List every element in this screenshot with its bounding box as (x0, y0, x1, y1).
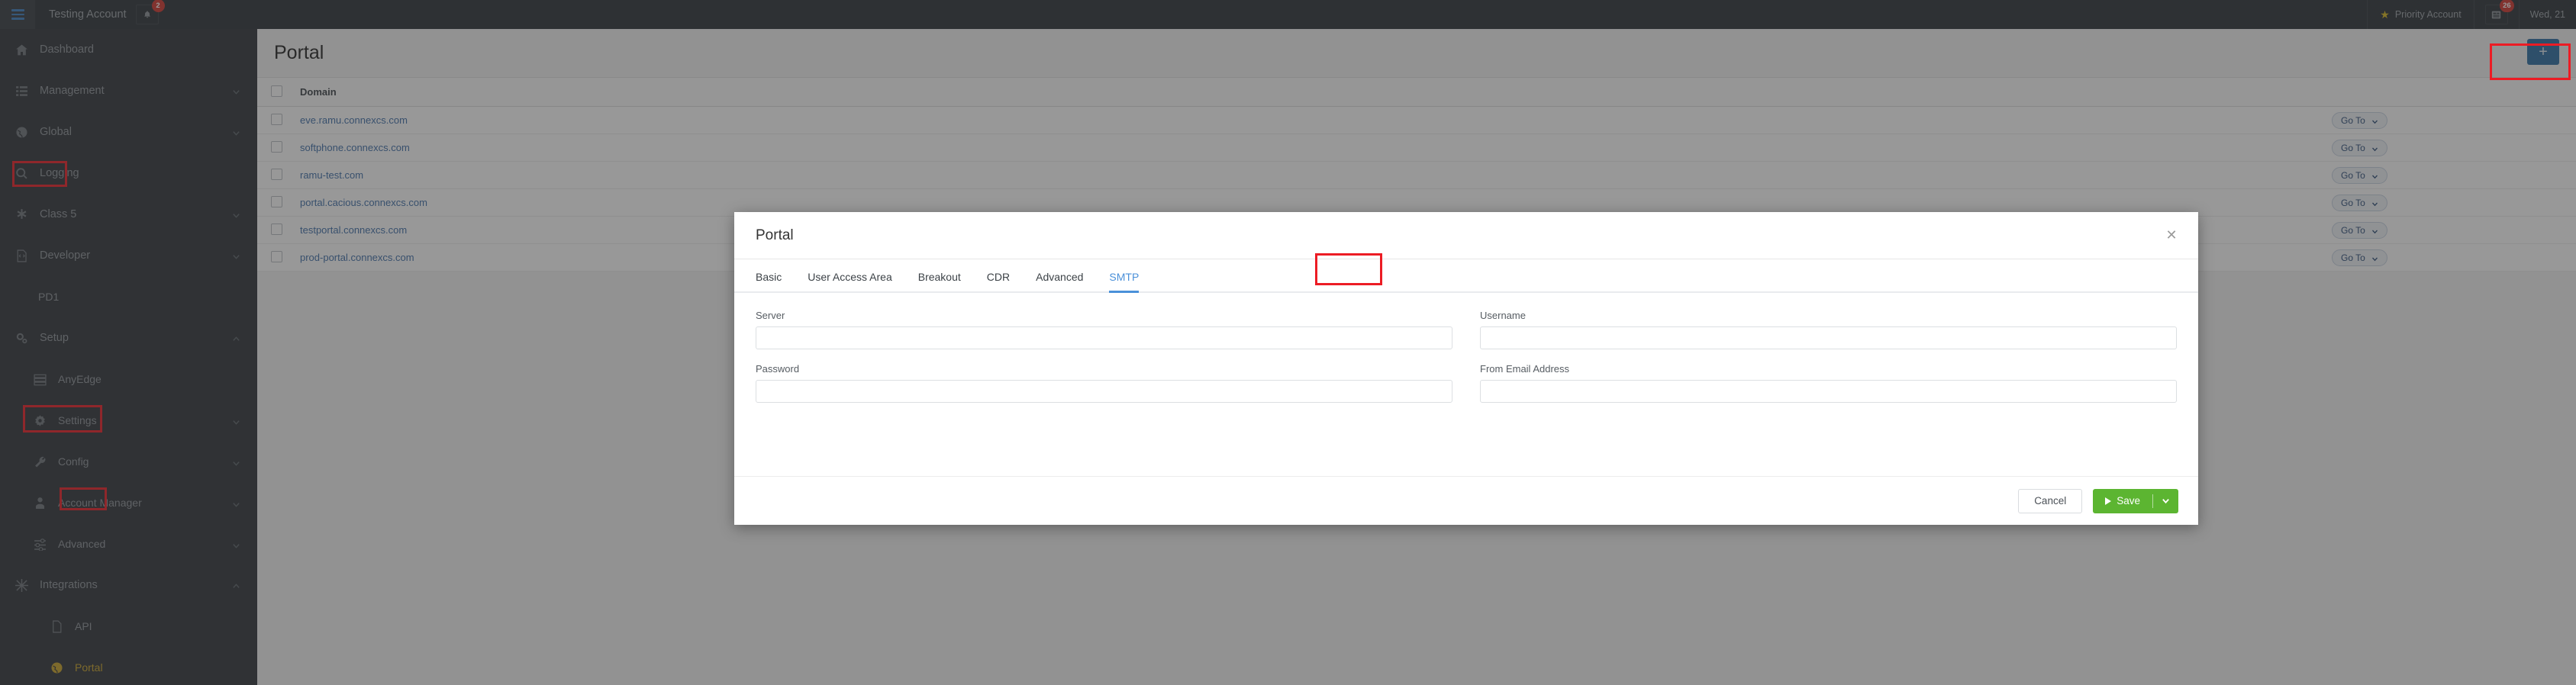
save-label: Save (2117, 495, 2140, 507)
password-input[interactable] (756, 380, 1452, 403)
from-email-address-input[interactable] (1480, 380, 2177, 403)
modal-tab-breakout[interactable]: Breakout (905, 271, 974, 291)
field-label-from-email-address: From Email Address (1480, 363, 2177, 375)
field-label-password: Password (756, 363, 1452, 375)
modal-tab-advanced[interactable]: Advanced (1023, 271, 1096, 291)
app-root: Testing Account 2 ★ Priority Account 26 … (0, 0, 2576, 685)
modal-title: Portal (756, 227, 794, 244)
modal-tab-basic[interactable]: Basic (756, 271, 795, 291)
username-input[interactable] (1480, 326, 2177, 349)
smtp-form: Server Username Password From Email Address (756, 310, 2177, 403)
field-label-server: Server (756, 310, 1452, 321)
modal-body: Server Username Password From Email Address (734, 293, 2198, 476)
modal-header: Portal ✕ (734, 212, 2198, 259)
close-icon[interactable]: ✕ (2163, 227, 2180, 243)
save-dropdown-button[interactable] (2152, 489, 2178, 513)
save-button-group: Save (2093, 489, 2178, 513)
server-input[interactable] (756, 326, 1452, 349)
cancel-button[interactable]: Cancel (2018, 489, 2082, 513)
form-field: Username (1480, 310, 2177, 349)
field-label-username: Username (1480, 310, 2177, 321)
portal-modal: Portal ✕ BasicUser Access AreaBreakoutCD… (734, 212, 2198, 525)
form-field: Password (756, 363, 1452, 403)
modal-tab-smtp[interactable]: SMTP (1096, 271, 1152, 291)
form-field: Server (756, 310, 1452, 349)
modal-tabs: BasicUser Access AreaBreakoutCDRAdvanced… (734, 259, 2198, 293)
play-icon (2105, 497, 2111, 505)
modal-footer: Cancel Save (734, 476, 2198, 525)
chevron-down-icon (2162, 497, 2170, 505)
save-button[interactable]: Save (2093, 489, 2152, 513)
modal-tab-user-access-area[interactable]: User Access Area (795, 271, 905, 291)
modal-tab-cdr[interactable]: CDR (974, 271, 1023, 291)
form-field: From Email Address (1480, 363, 2177, 403)
